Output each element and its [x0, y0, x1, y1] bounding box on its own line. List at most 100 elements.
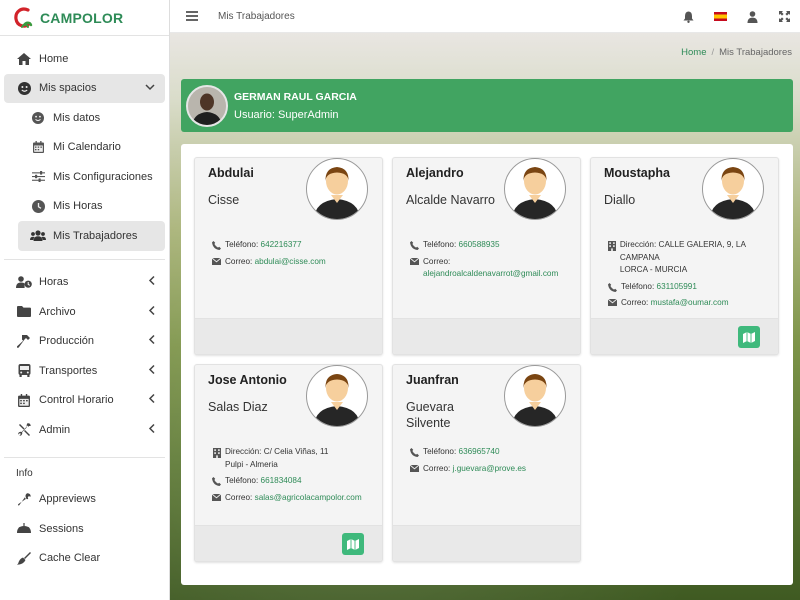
- chevron-left-icon: [148, 335, 155, 348]
- sidebar-item-archivo[interactable]: Archivo: [4, 297, 165, 327]
- worker-last-name: Salas Diaz: [208, 400, 268, 414]
- worker-card: Abdulai Cisse Teléfono: 642216377 Correo…: [194, 157, 383, 355]
- worker-avatar: [504, 365, 566, 427]
- worker-email[interactable]: j.guevara@prove.es: [453, 464, 526, 473]
- card-footer: [195, 525, 382, 561]
- sidebar-item-label: Mis spacios: [39, 82, 97, 95]
- sidebar-item-label: Mis Trabajadores: [53, 229, 138, 242]
- worker-last-name: Cisse: [208, 193, 240, 207]
- sidebar-item-control-horario[interactable]: Control Horario: [4, 386, 165, 416]
- worker-phone[interactable]: 661834084: [261, 476, 302, 485]
- language-flag-icon[interactable]: [704, 12, 736, 21]
- card-footer: [393, 318, 580, 354]
- sidebar-item-mis-spacios[interactable]: Mis spacios: [4, 73, 165, 103]
- worker-details: Teléfono: 642216377 Correo: abdulai@ciss…: [211, 239, 374, 272]
- broom-icon: [16, 551, 32, 565]
- worker-phone[interactable]: 636965740: [459, 447, 500, 456]
- worker-card: Juanfran Guevara Silvente Teléfono: 6369…: [392, 364, 581, 562]
- tools-icon: [16, 423, 32, 437]
- sidebar-item-produccion[interactable]: Producción: [4, 327, 165, 357]
- sidebar-submenu: Mis datos Mi Calendario Mis Configuracio…: [4, 103, 165, 251]
- sidebar-item-label: Horas: [39, 276, 69, 289]
- envelope-icon: [607, 297, 618, 306]
- page-title: Mis Trabajadores: [218, 10, 295, 22]
- envelope-icon: [211, 256, 222, 265]
- gauge-icon: [16, 522, 32, 536]
- clock-icon: [30, 199, 46, 213]
- sidebar-item-label: Mis datos: [53, 111, 101, 124]
- map-button[interactable]: [342, 533, 364, 555]
- worker-last-name: Alcalde Navarro: [406, 193, 495, 207]
- envelope-icon: [409, 463, 420, 472]
- user-avatar: [186, 84, 228, 127]
- map-button[interactable]: [738, 326, 760, 348]
- phone-icon: [607, 281, 618, 292]
- worker-phone[interactable]: 642216377: [261, 240, 302, 249]
- worker-avatar: [504, 158, 566, 220]
- sidebar-item-label: Mi Calendario: [53, 141, 121, 154]
- fullscreen-icon[interactable]: [768, 11, 800, 22]
- sidebar-item-sessions[interactable]: Sessions: [4, 514, 165, 544]
- map-icon: [347, 538, 359, 550]
- worker-avatar: [702, 158, 764, 220]
- envelope-icon: [409, 256, 420, 265]
- menu-toggle-icon[interactable]: [186, 11, 198, 21]
- sidebar-item-admin[interactable]: Admin: [4, 415, 165, 445]
- building-icon: [607, 239, 617, 251]
- sidebar-item-mis-configuraciones[interactable]: Mis Configuraciones: [18, 162, 165, 192]
- breadcrumb-home[interactable]: Home: [681, 47, 706, 58]
- sidebar-item-mis-datos[interactable]: Mis datos: [18, 103, 165, 133]
- brand-logo-icon: [12, 5, 34, 31]
- brand[interactable]: CAMPOLOR: [0, 0, 169, 36]
- worker-avatar: [306, 158, 368, 220]
- phone-icon: [211, 239, 222, 250]
- worker-email[interactable]: salas@agricolacampolor.com: [255, 493, 362, 502]
- topbar: Mis Trabajadores: [170, 0, 800, 33]
- phone-icon: [409, 239, 420, 250]
- chevron-left-icon: [148, 394, 155, 407]
- sidebar-item-label: Cache Clear: [39, 552, 101, 565]
- worker-details: Teléfono: 660588935 Correo: alejandroalca…: [409, 239, 572, 285]
- worker-email[interactable]: abdulai@cisse.com: [255, 257, 326, 266]
- sidebar-item-horas[interactable]: Horas: [4, 268, 165, 298]
- sidebar-item-label: Home: [39, 52, 69, 65]
- users-icon: [30, 229, 46, 243]
- worker-card: Jose Antonio Salas Diaz Dirección: C/ Ce…: [194, 364, 383, 562]
- user-banner: GERMAN RAUL GARCIA Usuario: SuperAdmin: [181, 79, 793, 132]
- notification-bell-icon[interactable]: [672, 11, 704, 23]
- sidebar-item-label: Archivo: [39, 305, 76, 318]
- envelope-icon: [211, 492, 222, 501]
- sidebar: CAMPOLOR Home Mis spacios Mis datos Mi C…: [0, 0, 170, 600]
- chevron-left-icon: [148, 423, 155, 436]
- user-icon[interactable]: [736, 10, 768, 23]
- sidebar-item-label: Sessions: [39, 522, 84, 535]
- sidebar-item-home[interactable]: Home: [4, 44, 165, 74]
- phone-icon: [211, 475, 222, 486]
- sidebar-item-appreviews[interactable]: Appreviews: [4, 485, 165, 515]
- main-content: Home / Mis Trabajadores GERMAN RAUL GARCIA…: [170, 33, 800, 600]
- sidebar-item-mis-horas[interactable]: Mis Horas: [18, 192, 165, 222]
- topbar-actions: [672, 0, 800, 33]
- worker-phone[interactable]: 631105991: [657, 282, 697, 291]
- sidebar-item-mi-calendario[interactable]: Mi Calendario: [18, 133, 165, 163]
- sidebar-item-mis-trabajadores[interactable]: Mis Trabajadores: [18, 221, 165, 251]
- chevron-left-icon: [148, 305, 155, 318]
- folder-icon: [16, 305, 32, 319]
- workers-panel: Abdulai Cisse Teléfono: 642216377 Correo…: [181, 144, 793, 585]
- sidebar-item-label: Mis Horas: [53, 200, 103, 213]
- sidebar-item-label: Control Horario: [39, 394, 114, 407]
- worker-details: Teléfono: 636965740 Correo: j.guevara@pr…: [409, 446, 572, 479]
- card-footer: [393, 525, 580, 561]
- worker-email[interactable]: mustafa@oumar.com: [651, 298, 729, 307]
- worker-email[interactable]: alejandroalcaldenavarrot@gmail.com: [423, 269, 558, 278]
- home-icon: [16, 52, 32, 66]
- worker-phone[interactable]: 660588935: [459, 240, 500, 249]
- sidebar-item-label: Transportes: [39, 364, 98, 377]
- worker-address: C/ Celia Viñas, 11: [263, 447, 329, 456]
- sidebar-item-cache-clear[interactable]: Cache Clear: [4, 544, 165, 574]
- worker-details: Dirección: CALLE GALERIA, 9, LA CAMPANA L…: [607, 239, 770, 314]
- divider: [4, 456, 165, 458]
- wrench-icon: [16, 492, 32, 506]
- sidebar-item-transportes[interactable]: Transportes: [4, 356, 165, 386]
- building-icon: [211, 446, 222, 458]
